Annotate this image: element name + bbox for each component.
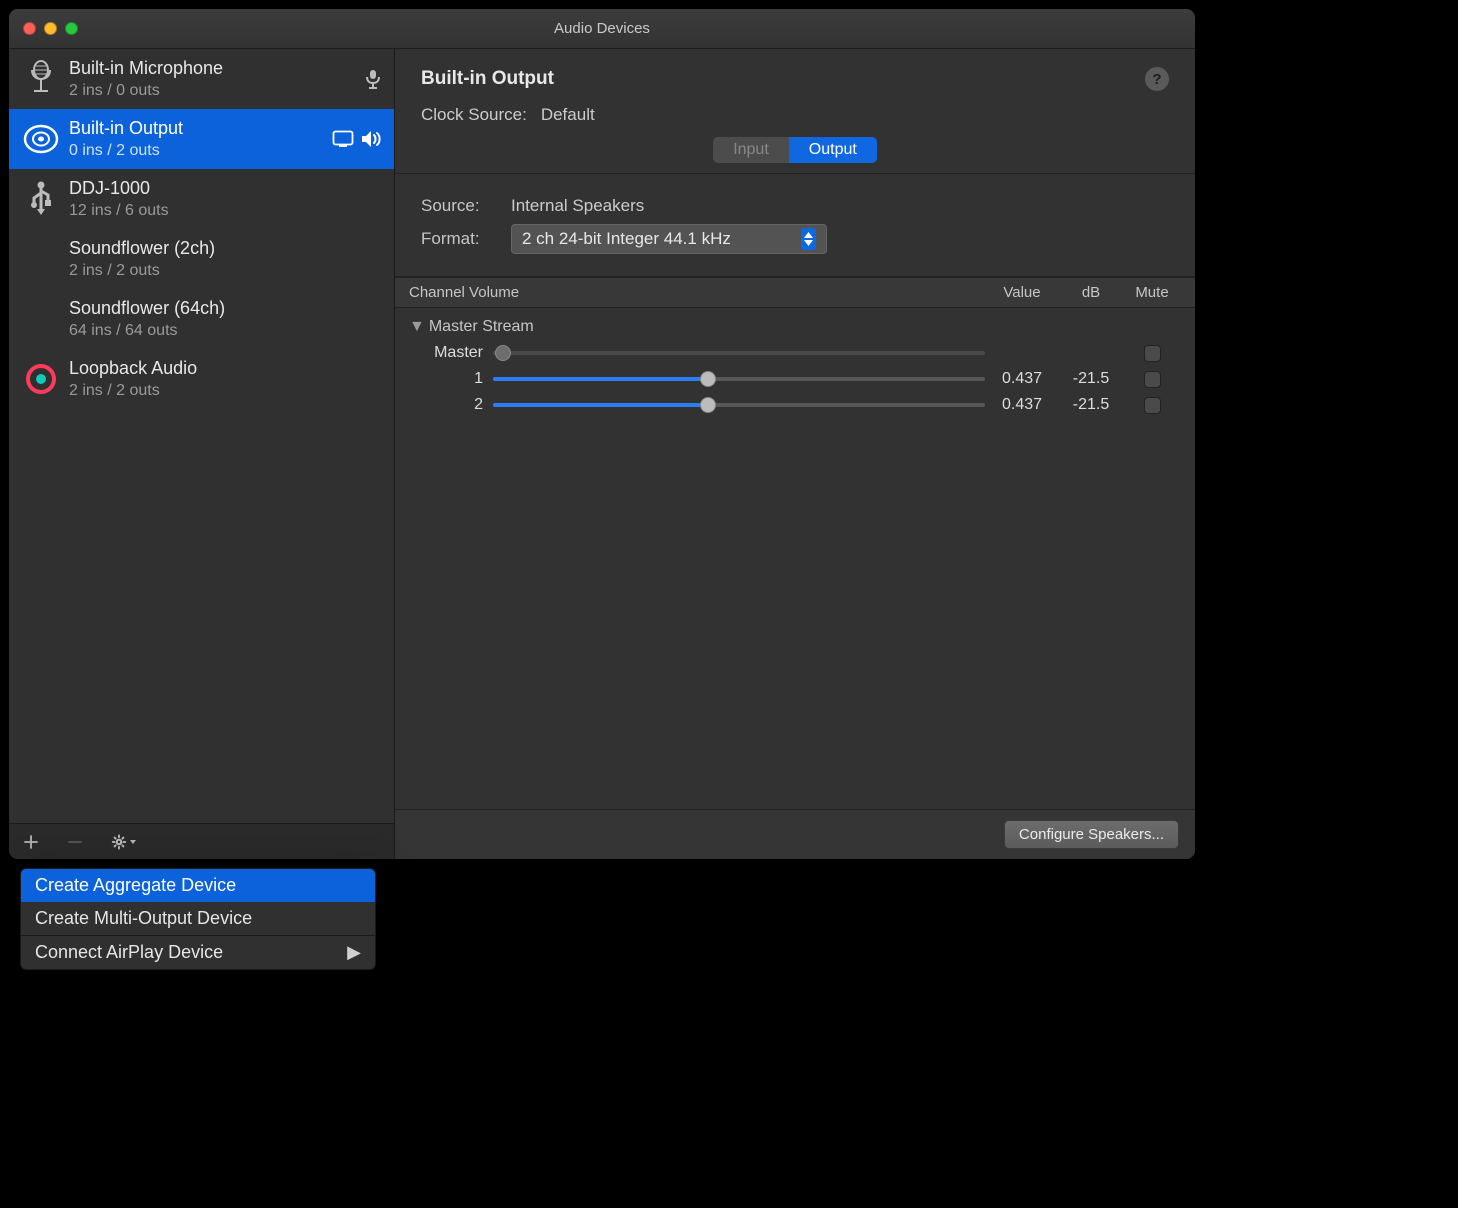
channel-value: 0.437 (985, 370, 1059, 388)
menu-item-airplay[interactable]: Connect AirPlay Device ▶ (21, 936, 375, 969)
disclosure-triangle-icon: ▼ (409, 318, 425, 336)
mute-cell (1123, 397, 1181, 414)
output-device-icon (360, 130, 382, 148)
add-device-button[interactable] (23, 834, 39, 850)
device-row[interactable]: Built-in Microphone2 ins / 0 outs (9, 49, 394, 109)
channel-row: 1 0.437-21.5 (409, 366, 1181, 392)
tab-output[interactable]: Output (789, 137, 877, 163)
source-row: Source: Internal Speakers (421, 196, 1169, 216)
tab-input[interactable]: Input (713, 137, 789, 163)
device-name: Soundflower (64ch) (69, 297, 376, 319)
device-channels: 0 ins / 2 outs (69, 141, 326, 161)
volume-slider[interactable] (493, 403, 985, 407)
device-name: Built-in Output (69, 117, 326, 139)
channel-row: Master (409, 340, 1181, 366)
submenu-chevron-icon: ▶ (347, 942, 361, 963)
menu-item-label: Create Multi-Output Device (35, 908, 252, 929)
format-label: Format: (421, 229, 511, 249)
channel-value: 0.437 (985, 396, 1059, 414)
device-name: Soundflower (2ch) (69, 237, 376, 259)
close-button[interactable] (23, 22, 36, 35)
device-row[interactable]: Loopback Audio2 ins / 2 outs (9, 349, 394, 409)
system-output-icon (332, 130, 354, 148)
format-value: 2 ch 24-bit Integer 44.1 kHz (522, 229, 731, 249)
device-type-icon (19, 59, 63, 99)
channel-db: -21.5 (1059, 396, 1123, 414)
menu-item-label: Create Aggregate Device (35, 875, 236, 896)
device-name: DDJ-1000 (69, 177, 376, 199)
clock-source-value: Default (541, 105, 595, 125)
volume-slider (493, 351, 985, 355)
channel-row: 2 0.437-21.5 (409, 392, 1181, 418)
minimize-button[interactable] (44, 22, 57, 35)
volume-body: ▼ Master Stream Master 1 0.437-21.5 2 0.437-… (395, 308, 1195, 809)
stepper-icon (801, 228, 816, 250)
col-value: Value (985, 284, 1059, 301)
mute-cell (1123, 345, 1181, 362)
device-channels: 12 ins / 6 outs (69, 201, 376, 221)
device-name: Built-in Microphone (69, 57, 358, 79)
sidebar-toolbar (9, 823, 394, 859)
device-list: Built-in Microphone2 ins / 0 outsBuilt-i… (9, 49, 394, 823)
stream-header[interactable]: ▼ Master Stream (409, 314, 1181, 340)
col-db: dB (1059, 284, 1123, 301)
channel-label: Master (409, 344, 493, 362)
main-header: Built-in Output ? Clock Source: Default … (395, 49, 1195, 174)
clock-source-label: Clock Source: (421, 105, 527, 125)
device-row[interactable]: DDJ-100012 ins / 6 outs (9, 169, 394, 229)
traffic-lights (23, 22, 78, 35)
main-footer: Configure Speakers... (395, 809, 1195, 859)
mute-checkbox[interactable] (1144, 345, 1161, 362)
configure-speakers-button[interactable]: Configure Speakers... (1004, 820, 1179, 849)
audio-midi-setup-window: Audio Devices Built-in Microphone2 ins /… (8, 8, 1196, 860)
col-channel: Channel Volume (409, 284, 985, 301)
stream-name: Master Stream (429, 318, 534, 336)
source-value: Internal Speakers (511, 196, 644, 216)
clock-source-row: Clock Source: Default (421, 105, 1169, 125)
help-button[interactable]: ? (1145, 67, 1169, 91)
gear-menu-button[interactable] (111, 834, 137, 850)
volume-slider[interactable] (493, 377, 985, 381)
device-detail: Built-in Output ? Clock Source: Default … (395, 49, 1195, 859)
device-type-icon (19, 179, 63, 219)
channel-label: 1 (409, 370, 493, 388)
device-channels: 64 ins / 64 outs (69, 321, 376, 341)
menu-item[interactable]: Create Aggregate Device (21, 869, 375, 902)
device-title: Built-in Output (421, 68, 554, 90)
volume-header: Channel Volume Value dB Mute (395, 277, 1195, 308)
mute-checkbox[interactable] (1144, 397, 1161, 414)
channel-db: -21.5 (1059, 370, 1123, 388)
device-name: Loopback Audio (69, 357, 376, 379)
device-sidebar: Built-in Microphone2 ins / 0 outsBuilt-i… (9, 49, 395, 859)
remove-device-button[interactable] (67, 834, 83, 850)
device-channels: 2 ins / 2 outs (69, 381, 376, 401)
device-row[interactable]: Soundflower (64ch)64 ins / 64 outs (9, 289, 394, 349)
mute-cell (1123, 371, 1181, 388)
menu-item-label: Connect AirPlay Device (35, 942, 223, 963)
io-tabs: Input Output (421, 125, 1169, 163)
add-device-menu: Create Aggregate Device Create Multi-Outp… (20, 868, 376, 970)
menu-item[interactable]: Create Multi-Output Device (21, 902, 375, 935)
zoom-button[interactable] (65, 22, 78, 35)
window-title: Audio Devices (9, 20, 1195, 37)
device-row[interactable]: Soundflower (2ch)2 ins / 2 outs (9, 229, 394, 289)
device-type-icon (19, 363, 63, 395)
format-row: Format: 2 ch 24-bit Integer 44.1 kHz (421, 224, 1169, 254)
device-type-icon (19, 119, 63, 159)
device-channels: 2 ins / 2 outs (69, 261, 376, 281)
source-format-section: Source: Internal Speakers Format: 2 ch 2… (395, 174, 1195, 277)
format-select[interactable]: 2 ch 24-bit Integer 44.1 kHz (511, 224, 827, 254)
device-channels: 2 ins / 0 outs (69, 81, 358, 101)
col-mute: Mute (1123, 284, 1181, 301)
channel-label: 2 (409, 396, 493, 414)
mute-checkbox[interactable] (1144, 371, 1161, 388)
source-label: Source: (421, 196, 511, 216)
titlebar: Audio Devices (9, 9, 1195, 49)
input-device-icon (364, 68, 382, 90)
device-row[interactable]: Built-in Output0 ins / 2 outs (9, 109, 394, 169)
